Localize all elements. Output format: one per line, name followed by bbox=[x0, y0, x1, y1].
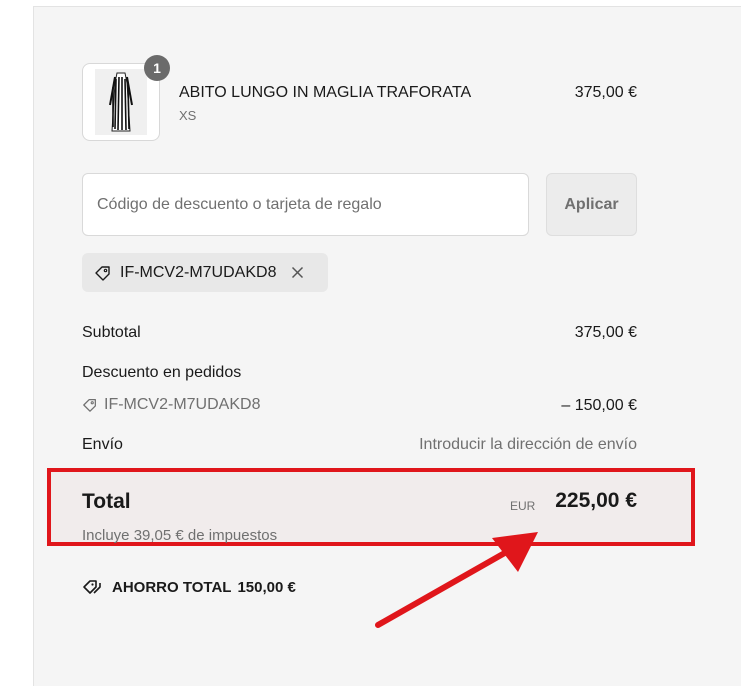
order-discount-value: – 150,00 € bbox=[561, 397, 637, 414]
quantity-badge: 1 bbox=[144, 55, 170, 81]
tag-icon bbox=[95, 265, 110, 281]
product-name: ABITO LUNGO IN MAGLIA TRAFORATA bbox=[179, 84, 472, 101]
shipping-value: Introducir la dirección de envío bbox=[419, 436, 637, 453]
subtotal-value: 375,00 € bbox=[574, 324, 637, 341]
shipping-label: Envío bbox=[82, 436, 123, 453]
order-discount-code-row: IF-MCV2-M7UDAKD8 bbox=[82, 396, 260, 414]
applied-discount-code: IF-MCV2-M7UDAKD8 bbox=[120, 263, 277, 281]
annotation-arrow-icon bbox=[375, 532, 538, 628]
remove-discount-button[interactable] bbox=[288, 264, 306, 282]
apply-discount-button[interactable]: Aplicar bbox=[546, 173, 637, 236]
order-discount-label: Descuento en pedidos bbox=[82, 364, 242, 381]
order-discount-code: IF-MCV2-M7UDAKD8 bbox=[104, 396, 261, 413]
discount-code-input[interactable] bbox=[82, 173, 529, 236]
subtotal-label: Subtotal bbox=[82, 324, 141, 341]
total-label: Total bbox=[82, 490, 131, 513]
applied-discount-chip: IF-MCV2-M7UDAKD8 bbox=[82, 253, 328, 292]
tag-icon bbox=[83, 399, 96, 412]
tags-icon bbox=[83, 580, 101, 594]
total-savings: AHORRO TOTAL 150,00 € bbox=[82, 578, 296, 596]
product-variant: XS bbox=[179, 108, 197, 123]
total-value: 225,00 € bbox=[555, 489, 637, 512]
savings-value: 150,00 € bbox=[237, 578, 296, 596]
tax-note: Incluye 39,05 € de impuestos bbox=[82, 527, 278, 544]
savings-label: AHORRO TOTAL bbox=[112, 578, 232, 596]
close-icon bbox=[291, 266, 303, 279]
product-price: 375,00 € bbox=[574, 84, 637, 101]
total-currency: EUR bbox=[510, 499, 536, 513]
